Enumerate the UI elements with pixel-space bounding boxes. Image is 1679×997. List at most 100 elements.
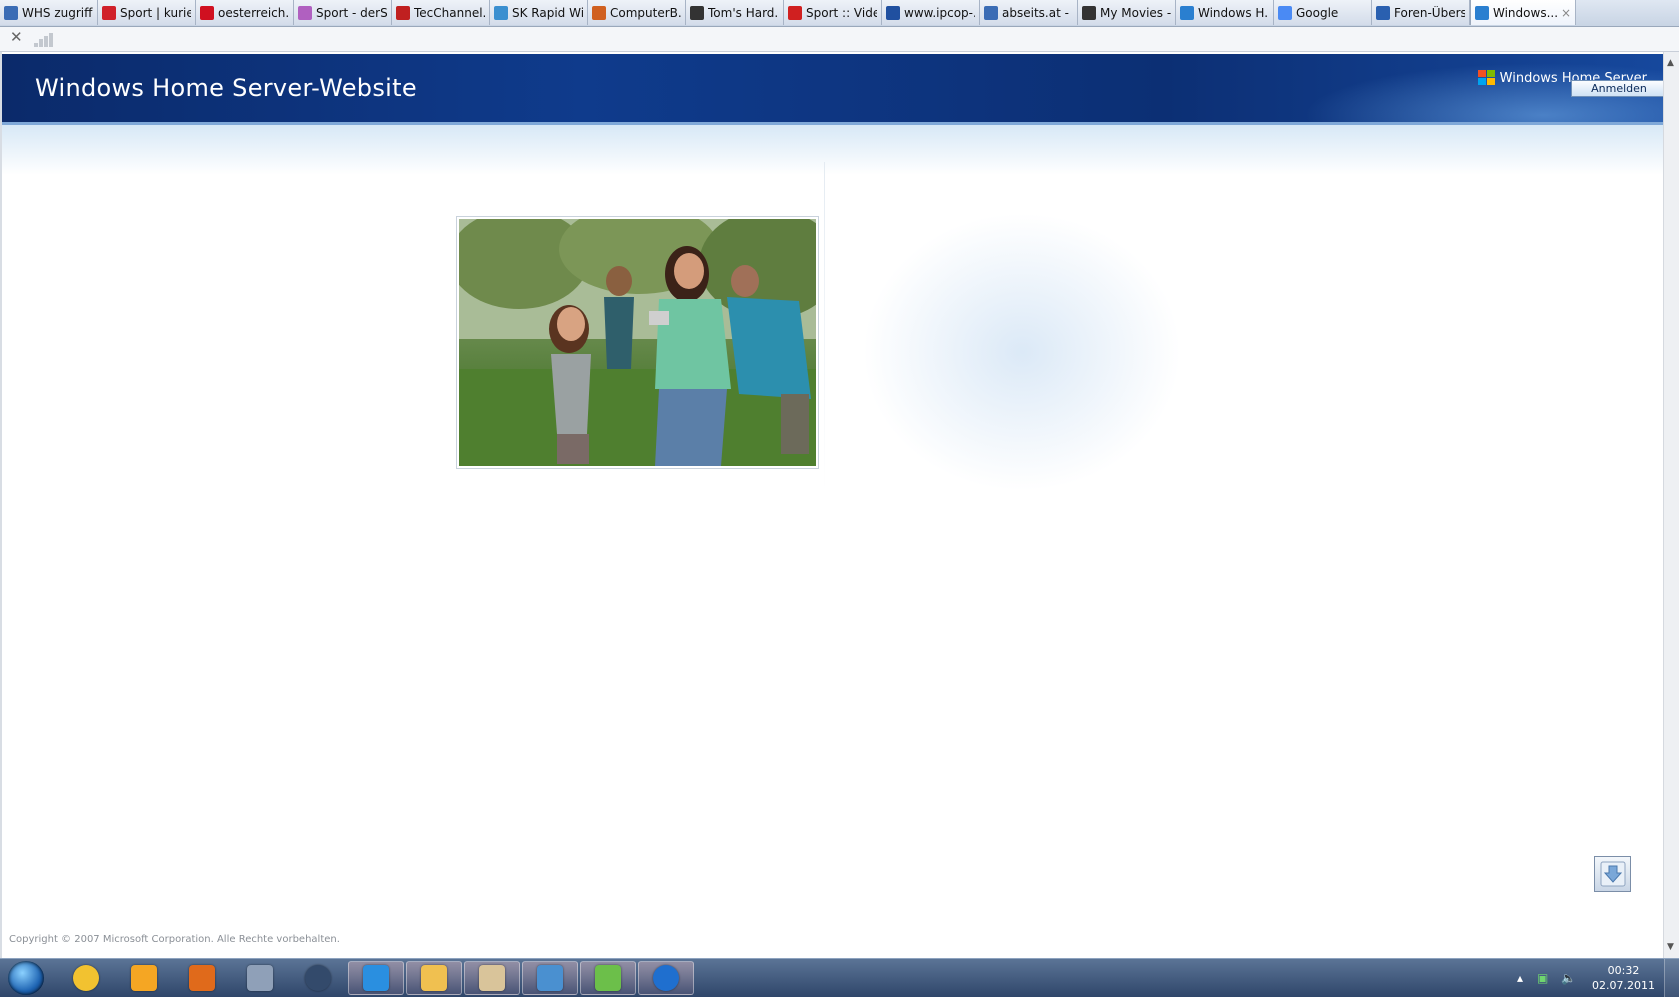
tab-label: TecChannel....: [414, 5, 485, 20]
browser-tab[interactable]: www.ipcop-...: [882, 0, 980, 25]
clock-time: 00:32: [1607, 964, 1640, 977]
cb-icon: [592, 5, 606, 20]
scroll-up-arrow-icon[interactable]: ▲: [1667, 58, 1674, 68]
ie-icon: [1180, 5, 1194, 20]
signal-bars-icon: [34, 33, 54, 47]
browser-tab[interactable]: Sport :: Vide...: [784, 0, 882, 25]
browser-tab[interactable]: Tom's Hard...: [686, 0, 784, 25]
forum-icon: [1376, 5, 1390, 20]
taskbar-winamp[interactable]: [116, 961, 172, 995]
taskbar-server[interactable]: [232, 961, 288, 995]
copyright-text: Copyright © 2007 Microsoft Corporation. …: [9, 934, 340, 945]
browser-tab[interactable]: ComputerB...: [588, 0, 686, 25]
tab-label: Sport :: Vide...: [806, 5, 877, 20]
browser-tab[interactable]: Sport - derSt...: [294, 0, 392, 25]
header-sub-band: [2, 125, 1663, 175]
page-icon: [4, 5, 18, 20]
down-arrow-icon: [1600, 861, 1625, 887]
scroll-down-arrow-icon[interactable]: ▼: [1667, 942, 1674, 952]
sport-icon: [788, 5, 802, 20]
taskbar-ie[interactable]: [348, 961, 404, 995]
system-tray: ▴ ▣ 🔈 00:32 02.07.2011: [1489, 959, 1679, 997]
abseits-icon: [984, 5, 998, 20]
tab-label: Google: [1296, 5, 1339, 20]
browser-tab[interactable]: abseits.at - ...: [980, 0, 1078, 25]
home-server-icon: [653, 965, 679, 991]
browser-tab[interactable]: My Movies -...: [1078, 0, 1176, 25]
house-icon: [298, 5, 312, 20]
taskbar-lock[interactable]: [290, 961, 346, 995]
browser-tab[interactable]: Google: [1274, 0, 1372, 25]
browser-tab[interactable]: SK Rapid Wi...: [490, 0, 588, 25]
tab-label: Foren-Übers...: [1394, 5, 1465, 20]
server-icon: [247, 965, 273, 991]
background-glow: [862, 212, 1182, 492]
ie-icon: [1475, 5, 1489, 20]
taskbar-media-player[interactable]: [174, 961, 230, 995]
volume-icon[interactable]: 🔈: [1561, 971, 1576, 985]
windows-flag-icon: [1477, 70, 1496, 86]
page-viewport: Windows Home Server-Website Windows Home…: [0, 52, 1663, 958]
tab-label: www.ipcop-...: [904, 5, 975, 20]
rapid-icon: [494, 5, 508, 20]
page-title: Windows Home Server-Website: [35, 74, 417, 102]
start-button[interactable]: [8, 961, 44, 995]
tray-expand-icon[interactable]: ▴: [1517, 971, 1523, 985]
download-arrow-button[interactable]: [1594, 856, 1631, 892]
explorer-icon: [421, 965, 447, 991]
tab-label: SK Rapid Wi...: [512, 5, 583, 20]
clock-date: 02.07.2011: [1592, 979, 1655, 992]
target-icon: [200, 5, 214, 20]
chrome-icon: [73, 965, 99, 991]
taskbar-users[interactable]: [580, 961, 636, 995]
show-desktop-button[interactable]: [1664, 959, 1679, 997]
browser-tab[interactable]: TecChannel....: [392, 0, 490, 25]
browser-tab-bar: WHS zugriff ... Sport | kurier... oesterre…: [0, 0, 1679, 27]
browser-tab[interactable]: Foren-Übers...: [1372, 0, 1470, 25]
toms-icon: [690, 5, 704, 20]
tec-icon: [396, 5, 410, 20]
site-header: Windows Home Server-Website Windows Home…: [2, 54, 1663, 125]
tab-label: ComputerB...: [610, 5, 681, 20]
tab-label: Tom's Hard...: [708, 5, 779, 20]
tab-label: Windows...: [1493, 5, 1559, 20]
network-icon[interactable]: ▣: [1537, 971, 1548, 985]
taskbar-remote-desktop[interactable]: [522, 961, 578, 995]
movies-icon: [1082, 5, 1096, 20]
content-divider: [824, 162, 825, 492]
family-photo-image: [459, 219, 816, 466]
windows-taskbar: ▴ ▣ 🔈 00:32 02.07.2011: [0, 958, 1679, 997]
taskbar-clock[interactable]: 00:32 02.07.2011: [1592, 963, 1655, 993]
tab-label: abseits.at - ...: [1002, 5, 1073, 20]
users-icon: [595, 965, 621, 991]
ie-icon: [363, 965, 389, 991]
taskbar-chrome[interactable]: [58, 961, 114, 995]
stop-loading-icon[interactable]: ✕: [10, 28, 23, 46]
login-button[interactable]: Anmelden: [1571, 80, 1667, 97]
browser-tab[interactable]: Sport | kurier...: [98, 0, 196, 25]
media-player-icon: [189, 965, 215, 991]
tab-label: My Movies -...: [1100, 5, 1171, 20]
browser-tab[interactable]: Windows... ×: [1470, 0, 1576, 25]
folder-icon: [479, 965, 505, 991]
taskbar-explorer[interactable]: [406, 961, 462, 995]
browser-status-strip: ✕: [0, 27, 1679, 52]
ip-icon: [886, 5, 900, 20]
taskbar-home-server[interactable]: [638, 961, 694, 995]
browser-tab[interactable]: oesterreich....: [196, 0, 294, 25]
tab-label: WHS zugriff ...: [22, 5, 93, 20]
tab-label: Sport | kurier...: [120, 5, 191, 20]
remote-desktop-icon: [537, 965, 563, 991]
vertical-scrollbar[interactable]: ▲ ▼: [1663, 52, 1679, 958]
family-photo: [456, 216, 819, 469]
browser-tab[interactable]: Windows H...: [1176, 0, 1274, 25]
lock-icon: [305, 965, 331, 991]
tab-label: Windows H...: [1198, 5, 1269, 20]
tab-close-icon[interactable]: ×: [1561, 6, 1571, 20]
tab-label: Sport - derSt...: [316, 5, 387, 20]
browser-tab[interactable]: WHS zugriff ...: [0, 0, 98, 25]
kurier-icon: [102, 5, 116, 20]
taskbar-folder[interactable]: [464, 961, 520, 995]
winamp-icon: [131, 965, 157, 991]
tab-label: oesterreich....: [218, 5, 289, 20]
